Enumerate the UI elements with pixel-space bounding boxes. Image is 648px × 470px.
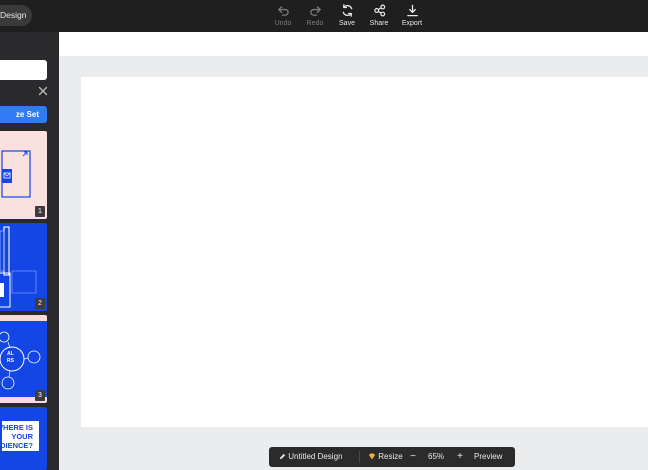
share-label: Share: [369, 20, 389, 27]
save-button[interactable]: Save: [329, 4, 365, 28]
thumbnail-3-label-1: AL: [7, 351, 14, 357]
thumbnail-4-title: WHERE IS YOUR AUDIENCE?: [0, 423, 33, 450]
export-label: Export: [401, 20, 423, 27]
divider: [359, 451, 360, 463]
design-button[interactable]: Design: [0, 5, 32, 26]
resize-label: Resize: [378, 452, 403, 461]
page-thumbnail-3[interactable]: AL RS 3: [0, 315, 47, 403]
resize-set-button[interactable]: ze Set: [0, 106, 47, 123]
redo-icon: [309, 6, 321, 16]
page-thumbnail-2[interactable]: 2: [0, 223, 47, 311]
page-number-badge: 1: [35, 206, 45, 217]
workspace-top-strip: [59, 32, 648, 56]
thumbnail-3-label-2: RS: [7, 358, 14, 364]
undo-button[interactable]: Undo: [265, 4, 301, 28]
pages-sidebar: ze Set 1 2 AL RS 3 HERE IS YOUR DIENCE?: [0, 32, 59, 470]
redo-label: Redo: [306, 20, 324, 27]
export-icon: [406, 4, 418, 17]
page-number-badge: 2: [35, 298, 45, 309]
workspace: [59, 32, 648, 470]
bottom-toolbar: Untitled Design Resize − 65% + Preview: [269, 447, 515, 467]
editor-window: Design Undo Redo Save Share Export ze Se…: [0, 0, 648, 470]
rename-design-button[interactable]: Untitled Design: [279, 447, 342, 467]
zoom-out-button[interactable]: −: [408, 447, 418, 467]
sidebar-search-input[interactable]: [0, 60, 47, 80]
resize-button[interactable]: Resize: [368, 447, 403, 467]
export-button[interactable]: Export: [394, 4, 430, 28]
preview-button[interactable]: Preview: [474, 447, 502, 467]
page-thumbnail-1[interactable]: 1: [0, 131, 47, 219]
undo-icon: [277, 6, 289, 16]
design-canvas-page[interactable]: [81, 77, 648, 427]
diamond-icon: [369, 453, 375, 460]
pencil-icon: [279, 453, 286, 460]
zoom-in-button[interactable]: +: [455, 447, 465, 467]
save-icon: [342, 4, 352, 17]
design-name-label: Untitled Design: [288, 452, 343, 461]
close-icon[interactable]: [38, 86, 48, 96]
zoom-level: 65%: [428, 452, 445, 461]
undo-label: Undo: [274, 20, 292, 27]
top-toolbar: Design Undo Redo Save Share Export: [0, 0, 648, 32]
page-thumbnail-4[interactable]: WHERE IS YOUR AUDIENCE?: [0, 407, 47, 470]
share-icon: [373, 4, 385, 17]
page-number-badge: 3: [35, 390, 45, 401]
share-button[interactable]: Share: [361, 4, 397, 28]
save-label: Save: [339, 20, 355, 27]
redo-button[interactable]: Redo: [297, 4, 333, 28]
